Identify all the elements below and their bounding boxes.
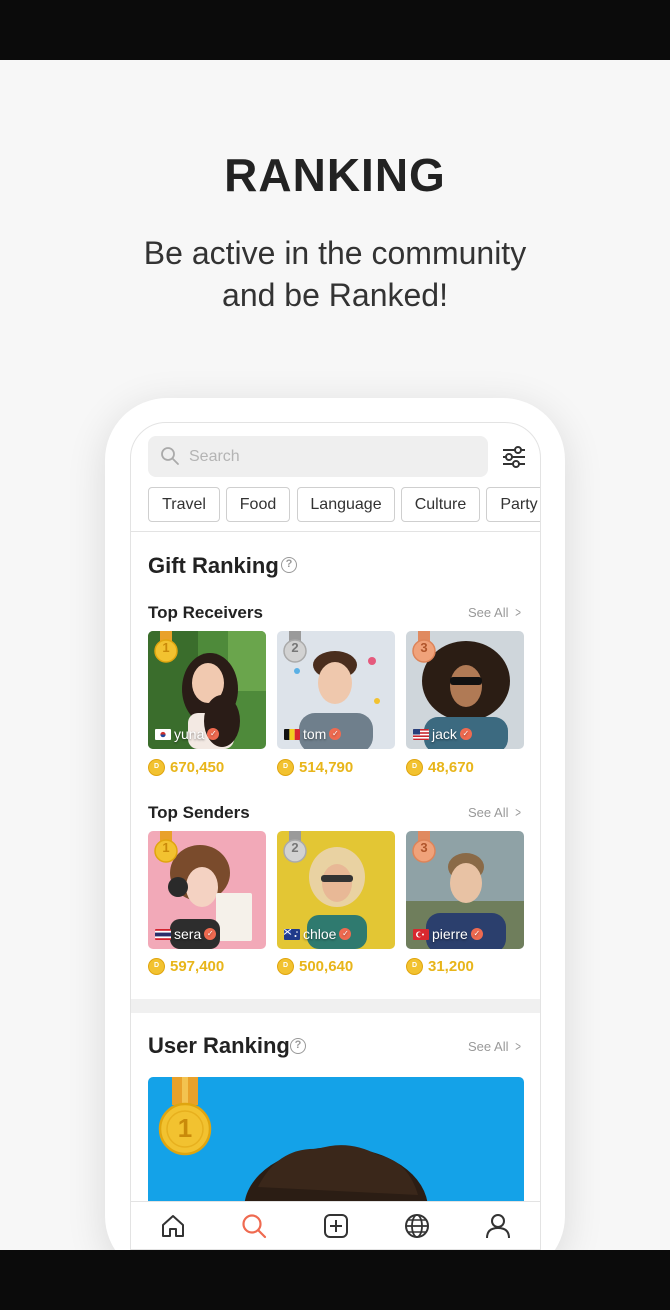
coin-value: 597,400 — [170, 958, 225, 975]
coin-value: 500,640 — [299, 958, 354, 975]
help-icon[interactable]: ? — [290, 1038, 306, 1054]
page-subtitle: Be active in the community and be Ranked… — [0, 232, 670, 316]
receiver-card-2[interactable]: 2 tom ✓ — [277, 631, 395, 749]
chip-language[interactable]: Language — [297, 487, 395, 522]
verified-icon: ✓ — [459, 728, 472, 740]
section-separator — [131, 999, 540, 1013]
add-post-icon[interactable] — [322, 1212, 350, 1240]
page-title: RANKING — [224, 149, 446, 201]
user-ranking-see-all[interactable]: See All > — [468, 1038, 523, 1054]
top-senders-title: Top Senders — [148, 803, 250, 822]
thailand-flag-icon — [155, 928, 171, 940]
gift-ranking-title: Gift Ranking — [148, 553, 279, 578]
profile-icon[interactable] — [484, 1212, 512, 1240]
user-name-row: sera ✓ — [155, 926, 217, 942]
navigation-bar-bottom — [0, 1250, 670, 1310]
user-name-row: tom ✓ — [284, 726, 342, 742]
verified-icon: ✓ — [204, 928, 217, 940]
search-icon[interactable] — [240, 1212, 268, 1240]
chip-travel[interactable]: Travel — [148, 487, 220, 522]
user-name: tom — [303, 726, 327, 742]
coin-amount: D 514,790 — [277, 759, 353, 776]
see-all-label: See All — [468, 1039, 509, 1054]
user-name: sera — [174, 926, 202, 942]
coin-value: 514,790 — [299, 759, 354, 776]
coin-amount: D 500,640 — [277, 958, 353, 975]
rank-number: 2 — [291, 640, 299, 655]
receiver-card-1[interactable]: 1 yuna ✓ — [148, 631, 266, 749]
filter-icon[interactable] — [501, 445, 527, 469]
coin-icon: D — [148, 759, 165, 776]
divider — [131, 531, 540, 532]
usa-flag-icon — [413, 728, 429, 740]
korea-flag-icon — [155, 728, 171, 740]
user-name: chloe — [303, 926, 337, 942]
chip-party[interactable]: Party — [486, 487, 540, 522]
chip-culture[interactable]: Culture — [401, 487, 480, 522]
coin-amount: D 48,670 — [406, 759, 474, 776]
top-receivers-title: Top Receivers — [148, 603, 263, 622]
category-chips: Travel Food Language Culture Party — [148, 487, 540, 522]
globe-icon[interactable] — [403, 1212, 431, 1240]
coin-amount: D 597,400 — [148, 958, 224, 975]
subtitle-line-1: Be active in the community — [143, 235, 527, 271]
chevron-right-icon: > — [515, 804, 522, 820]
chip-food[interactable]: Food — [226, 487, 290, 522]
search-bar[interactable]: Search — [148, 436, 488, 477]
user-ranking-card[interactable]: 1 — [148, 1077, 524, 1207]
coin-value: 48,670 — [428, 759, 474, 776]
coin-icon: D — [277, 759, 294, 776]
rank-number: 3 — [420, 640, 428, 655]
sender-card-1[interactable]: 1 sera ✓ — [148, 831, 266, 949]
bottom-tab-bar — [131, 1201, 540, 1249]
search-icon — [161, 447, 179, 465]
rank-number: 1 — [162, 840, 170, 855]
belgium-flag-icon — [284, 728, 300, 740]
rank-number: 2 — [291, 840, 299, 855]
see-all-label: See All — [468, 805, 509, 820]
top-receivers-see-all[interactable]: See All > — [468, 604, 523, 620]
verified-icon: ✓ — [339, 928, 352, 940]
rank-number: 1 — [177, 1113, 193, 1143]
receiver-card-3[interactable]: 3 jack ✓ — [406, 631, 524, 749]
help-icon[interactable]: ? — [281, 557, 297, 573]
status-bar-top — [0, 0, 670, 60]
chevron-right-icon: > — [515, 1038, 522, 1054]
sender-card-3[interactable]: 3 pierre ✓ — [406, 831, 524, 949]
coin-icon: D — [148, 958, 165, 975]
user-name-row: jack ✓ — [413, 726, 472, 742]
top-senders-see-all[interactable]: See All > — [468, 804, 523, 820]
coin-icon: D — [406, 958, 423, 975]
user-name-row: pierre ✓ — [413, 926, 483, 942]
verified-icon: ✓ — [207, 728, 220, 740]
australia-flag-icon — [284, 928, 300, 940]
user-name-row: yuna ✓ — [155, 726, 220, 742]
user-name: jack — [432, 726, 457, 742]
verified-icon: ✓ — [470, 928, 483, 940]
rank-number: 1 — [162, 640, 170, 655]
user-name: yuna — [174, 726, 205, 742]
user-ranking-title: User Ranking — [148, 1033, 290, 1058]
see-all-label: See All — [468, 605, 509, 620]
sender-card-2[interactable]: 2 chloe ✓ — [277, 831, 395, 949]
coin-amount: D 670,450 — [148, 759, 224, 776]
coin-amount: D 31,200 — [406, 958, 474, 975]
chevron-right-icon: > — [515, 604, 522, 620]
coin-value: 670,450 — [170, 759, 225, 776]
home-icon[interactable] — [159, 1212, 187, 1240]
user-name-row: chloe ✓ — [284, 926, 352, 942]
rank-number: 3 — [420, 840, 428, 855]
verified-icon: ✓ — [329, 728, 342, 740]
app-screen: Search Travel Food Language Culture Part… — [130, 422, 541, 1250]
coin-value: 31,200 — [428, 958, 474, 975]
coin-icon: D — [406, 759, 423, 776]
search-placeholder: Search — [189, 448, 240, 465]
user-name: pierre — [432, 926, 468, 942]
subtitle-line-2: and be Ranked! — [222, 277, 448, 313]
coin-icon: D — [277, 958, 294, 975]
turkey-flag-icon — [413, 928, 429, 940]
